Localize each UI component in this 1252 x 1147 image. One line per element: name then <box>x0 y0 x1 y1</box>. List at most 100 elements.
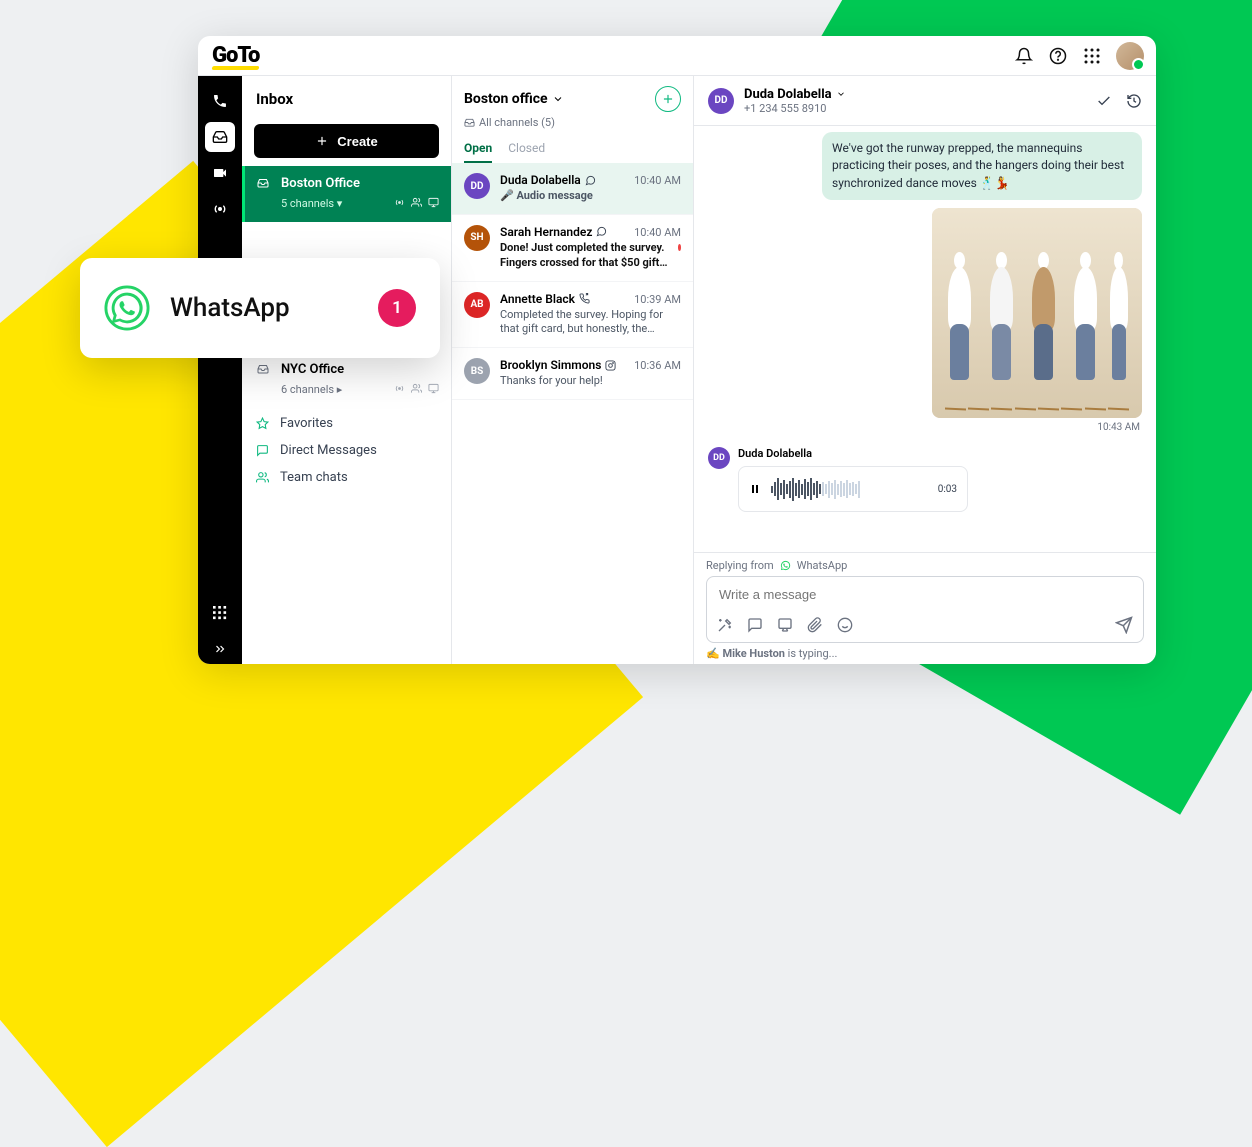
nav-expand-icon[interactable] <box>205 634 235 664</box>
convo-preview: 🎤 Audio message <box>500 189 593 204</box>
help-icon[interactable] <box>1048 46 1068 66</box>
link-label: Direct Messages <box>280 443 377 458</box>
message-composer <box>706 576 1144 643</box>
attachment-icon[interactable] <box>807 617 823 633</box>
section-status-icons <box>394 383 439 394</box>
topbar-actions <box>1014 42 1144 70</box>
convo-time: 10:40 AM <box>634 226 681 239</box>
list-subtitle[interactable]: All channels (5) <box>464 116 681 129</box>
convo-avatar: DD <box>464 173 490 199</box>
message-timestamp: 10:43 AM <box>1097 422 1140 433</box>
create-button[interactable]: Create <box>254 124 439 158</box>
nav-video-icon[interactable] <box>205 158 235 188</box>
add-conversation-button[interactable] <box>655 86 681 112</box>
convo-name: Brooklyn Simmons <box>500 358 616 372</box>
nav-apps-icon[interactable] <box>205 598 235 628</box>
convo-preview: Done! Just completed the survey. Fingers… <box>500 241 674 271</box>
convo-name: Annette Black <box>500 292 590 306</box>
sidebar-section-boston[interactable]: Boston Office 5 channels ▾ <box>242 166 451 222</box>
typing-indicator: ✍️ Mike Huston is typing... <box>706 647 1144 660</box>
chat-body: We've got the runway prepped, the manneq… <box>694 126 1156 552</box>
section-sub: 6 channels ▸ <box>281 383 342 396</box>
composer-area: Replying from WhatsApp <box>694 552 1156 664</box>
tab-open[interactable]: Open <box>464 141 492 163</box>
logo-text: GoTo <box>212 43 259 68</box>
star-icon <box>256 417 270 430</box>
team-icon <box>256 471 270 484</box>
whatsapp-icon <box>104 285 150 331</box>
inbox-small-icon <box>257 363 273 375</box>
user-avatar[interactable] <box>1116 42 1144 70</box>
audio-duration: 0:03 <box>938 484 957 495</box>
message-input[interactable] <box>707 577 1143 612</box>
sidebar-section-nyc[interactable]: NYC Office 6 channels ▸ <box>242 352 451 406</box>
tab-closed[interactable]: Closed <box>508 141 545 163</box>
list-title[interactable]: Boston office <box>464 91 564 107</box>
goto-logo: GoTo <box>212 43 259 68</box>
chat-header: DD Duda Dolabella +1 234 555 8910 <box>694 76 1156 126</box>
section-sub: 5 channels ▾ <box>281 197 342 210</box>
conversation-item[interactable]: BSBrooklyn Simmons 10:36 AMThanks for yo… <box>452 348 693 400</box>
nav-inbox-icon[interactable] <box>205 122 235 152</box>
sidebar-links: Favorites Direct Messages Team chats <box>242 406 451 495</box>
convo-avatar: AB <box>464 292 490 318</box>
audio-waveform[interactable] <box>771 477 928 501</box>
chevron-down-icon <box>552 93 564 105</box>
conversation-list: Boston office All channels (5) Open Clos… <box>452 76 694 664</box>
reply-from-indicator: Replying from WhatsApp <box>706 559 1144 572</box>
convo-time: 10:36 AM <box>634 359 681 372</box>
main-area: Inbox Create Boston Office 5 channels ▾ <box>198 76 1156 664</box>
nav-phone-icon[interactable] <box>205 86 235 116</box>
link-teamchats[interactable]: Team chats <box>256 470 437 485</box>
emoji-icon[interactable] <box>837 617 853 633</box>
top-bar: GoTo <box>198 36 1156 76</box>
inbox-sidebar: Inbox Create Boston Office 5 channels ▾ <box>242 76 452 664</box>
note-icon[interactable] <box>777 617 793 633</box>
conversation-item[interactable]: DD Duda Dolabella 10:40 AM 🎤 Audio message <box>452 163 693 215</box>
convo-preview: Completed the survey. Hoping for that gi… <box>500 308 681 338</box>
convo-avatar: SH <box>464 225 490 251</box>
conversation-item[interactable]: SH Sarah Hernandez 10:40 AM Done! Just com… <box>452 215 693 282</box>
contact-name[interactable]: Duda Dolabella <box>744 87 846 102</box>
audio-message[interactable]: 0:03 <box>738 466 968 512</box>
pause-icon[interactable] <box>749 483 761 495</box>
sender-avatar: DD <box>708 447 730 469</box>
convo-time: 10:39 AM <box>634 293 681 306</box>
check-icon[interactable] <box>1096 93 1112 109</box>
chat-pane: DD Duda Dolabella +1 234 555 8910 We've <box>694 76 1156 664</box>
link-favorites[interactable]: Favorites <box>256 416 437 431</box>
sender-name: Duda Dolabella <box>738 447 1142 460</box>
vertical-nav <box>198 76 242 664</box>
incoming-message: DD Duda Dolabella 0:03 <box>708 447 1142 512</box>
nav-broadcast-icon[interactable] <box>205 194 235 224</box>
convo-preview: Thanks for your help! <box>500 374 603 389</box>
convo-name: Sarah Hernandez <box>500 225 607 239</box>
chevron-down-icon <box>836 89 846 99</box>
sidebar-title: Inbox <box>256 90 437 108</box>
send-icon[interactable] <box>1115 616 1133 634</box>
conversation-item[interactable]: AB Annette Black 10:39 AM Completed the su… <box>452 282 693 349</box>
outgoing-image[interactable] <box>932 208 1142 418</box>
section-status-icons <box>394 197 439 208</box>
bell-icon[interactable] <box>1014 46 1034 66</box>
history-icon[interactable] <box>1126 93 1142 109</box>
link-dms[interactable]: Direct Messages <box>256 443 437 458</box>
convo-name: Duda Dolabella <box>500 173 596 187</box>
convo-time: 10:40 AM <box>634 174 681 187</box>
section-name: Boston Office <box>281 176 439 191</box>
chat-icon[interactable] <box>747 617 763 633</box>
whatsapp-small-icon <box>780 560 791 571</box>
create-button-label: Create <box>337 134 377 149</box>
whatsapp-channel-card[interactable]: WhatsApp 1 <box>80 258 440 358</box>
list-tabs: Open Closed <box>452 133 693 163</box>
apps-grid-icon[interactable] <box>1082 46 1102 66</box>
section-name: NYC Office <box>281 362 439 377</box>
magic-icon[interactable] <box>717 617 733 633</box>
contact-phone: +1 234 555 8910 <box>744 102 846 115</box>
link-label: Team chats <box>280 470 348 485</box>
whatsapp-badge: 1 <box>378 289 416 327</box>
contact-avatar[interactable]: DD <box>708 88 734 114</box>
inbox-small-icon <box>257 177 273 189</box>
link-label: Favorites <box>280 416 333 431</box>
whatsapp-label: WhatsApp <box>170 293 358 323</box>
